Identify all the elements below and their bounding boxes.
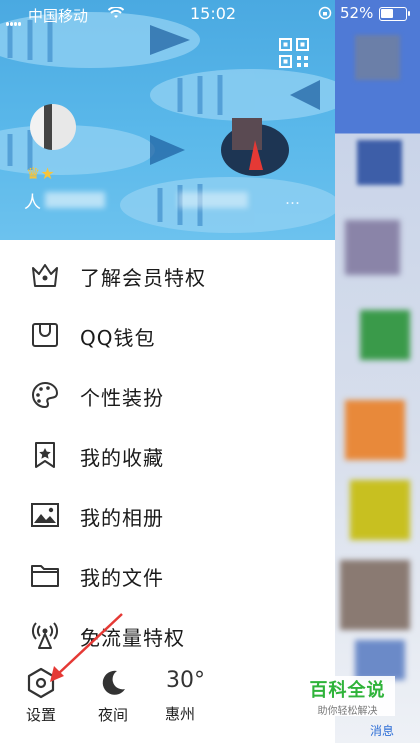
menu-label: 我的收藏 (80, 446, 164, 470)
clock: 15:02 (190, 4, 237, 23)
crown-icon (32, 264, 58, 287)
crown-badge-icon: ♛ (26, 164, 41, 183)
chat-avatar (355, 640, 405, 680)
signal-icon (6, 12, 26, 26)
chat-avatar (350, 480, 410, 540)
nickname-mosaic (45, 192, 105, 208)
wifi-icon (108, 7, 124, 18)
chat-list-preview[interactable] (335, 0, 420, 743)
menu-item-files[interactable]: 我的文件 (0, 544, 335, 604)
folder-icon (31, 565, 59, 587)
wallet-icon (32, 323, 58, 347)
photo-icon (31, 503, 59, 527)
battery-icon (379, 7, 410, 21)
menu-label: 了解会员特权 (80, 266, 206, 290)
rotation-lock-icon (318, 6, 332, 20)
messages-tab[interactable]: 消息 (370, 722, 394, 739)
settings-label: 设置 (25, 706, 56, 724)
avatar[interactable] (30, 104, 76, 150)
menu-label: 我的文件 (80, 566, 164, 590)
chat-avatar (357, 140, 402, 185)
night-label: 夜间 (97, 706, 128, 724)
annotation-arrow (50, 613, 123, 682)
menu-label: 个性装扮 (80, 386, 164, 410)
nickname[interactable]: 人 (24, 188, 42, 213)
menu-label: QQ钱包 (80, 326, 156, 350)
menu-item-theme[interactable]: 个性装扮 (0, 364, 335, 424)
chat-avatar (360, 310, 410, 360)
weather-city[interactable]: 惠州 (165, 703, 195, 724)
star-badge-icon: ★ (40, 164, 55, 183)
vip-badges: ♛★ (26, 164, 55, 183)
menu-item-wallet[interactable]: QQ钱包 (0, 304, 335, 364)
weather-temperature[interactable]: 30° (166, 668, 205, 693)
carrier-name: 中国移动 (28, 7, 89, 25)
menu-label: 我的相册 (80, 506, 164, 530)
signature-text[interactable]: … (285, 190, 415, 210)
battery-level (381, 9, 393, 18)
menu-item-album[interactable]: 我的相册 (0, 484, 335, 544)
battery-percent: 52% (340, 4, 374, 22)
menu-item-vip[interactable]: 了解会员特权 (0, 244, 335, 304)
watermark-title: 百科全说 (309, 680, 386, 701)
watermark-logo: 百科全说 助你轻松解决 (300, 676, 395, 717)
qr-code-icon[interactable] (279, 38, 309, 68)
palette-icon (32, 381, 59, 409)
status-bar: 中国移动 15:02 52% (0, 0, 420, 28)
menu-item-favorites[interactable]: 我的收藏 (0, 424, 335, 484)
chat-avatar (340, 560, 410, 630)
chat-avatar (345, 220, 400, 275)
chat-avatar (355, 35, 400, 80)
chat-avatar (345, 400, 405, 460)
bookmark-star-icon (35, 442, 55, 468)
signature-mosaic (178, 192, 248, 208)
watermark-subtitle: 助你轻松解决 (317, 706, 378, 717)
